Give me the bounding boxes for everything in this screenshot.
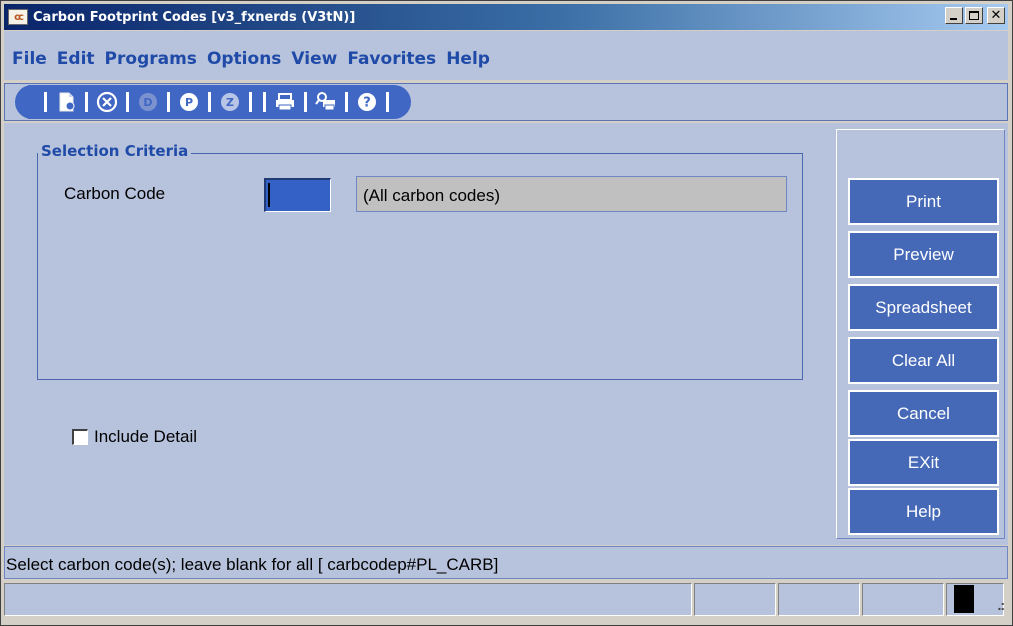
close-icon: ✕ [990, 8, 1002, 23]
help-button-label: Help [906, 501, 941, 521]
new-document-icon[interactable] [54, 90, 78, 114]
status-message: Select carbon code(s); leave blank for a… [6, 555, 499, 574]
toolbar-separator [126, 92, 129, 112]
toolbar-separator [263, 92, 266, 112]
toolbar-separator [345, 92, 348, 112]
menu-edit[interactable]: Edit [57, 49, 103, 69]
preview-icon[interactable] [314, 90, 338, 114]
status-indicator [954, 585, 974, 613]
maximize-button[interactable] [965, 7, 983, 24]
toolbar-separator [386, 92, 389, 112]
minimize-button[interactable] [945, 7, 963, 24]
menu-favorites[interactable]: Favorites [347, 49, 444, 69]
status-message-bar: Select carbon code(s); leave blank for a… [4, 546, 1008, 579]
zoom-icon[interactable]: Z [218, 90, 242, 114]
status-cell [862, 583, 944, 616]
spreadsheet-button-label: Spreadsheet [875, 297, 972, 317]
print-button[interactable]: Print [848, 178, 999, 225]
toolbar-separator [249, 92, 252, 112]
toolbar-separator [304, 92, 307, 112]
carbon-code-description: (All carbon codes) [356, 176, 787, 212]
menu-programs[interactable]: Programs [105, 49, 205, 69]
main-panel: Selection Criteria Carbon Code (All carb… [4, 123, 1008, 545]
include-detail-checkbox[interactable] [72, 429, 88, 445]
preview-button[interactable]: Preview [848, 231, 999, 278]
svg-text:?: ? [363, 96, 371, 111]
toolbar-separator [44, 92, 47, 112]
maximize-icon [969, 11, 979, 20]
selection-criteria-group: Selection Criteria Carbon Code (All carb… [37, 142, 803, 380]
include-detail-label[interactable]: Include Detail [94, 427, 197, 447]
toolbar-separator [167, 92, 170, 112]
menu-bar: File Edit Programs Options View Favorite… [4, 31, 1008, 80]
cancel-icon[interactable] [95, 90, 119, 114]
clear-all-button-label: Clear All [891, 350, 956, 370]
selection-criteria-legend: Selection Criteria [38, 142, 192, 160]
print-button-label: Print [906, 191, 941, 211]
minimize-icon [950, 18, 957, 20]
menu-file[interactable]: File [12, 49, 55, 69]
include-detail-row[interactable]: Include Detail [72, 427, 197, 447]
delete-icon[interactable]: D [136, 90, 160, 114]
help-icon[interactable]: ? [355, 90, 379, 114]
window-controls: ✕ [945, 7, 1005, 24]
app-icon[interactable]: cc [8, 9, 28, 25]
action-button-panel: Print Preview Spreadsheet Clear All Canc… [836, 129, 1005, 539]
app-window: cc Carbon Footprint Codes [v3_fxnerds (V… [0, 0, 1013, 626]
resize-grip-icon[interactable]: .: [997, 597, 1005, 613]
window-title: Carbon Footprint Codes [v3_fxnerds (V3tN… [33, 9, 356, 25]
carbon-code-label: Carbon Code [64, 184, 166, 203]
exit-button-label: EXit [907, 452, 940, 472]
svg-text:P: P [185, 96, 193, 109]
preview-button-label: Preview [893, 244, 954, 264]
close-button[interactable]: ✕ [987, 7, 1005, 24]
carbon-code-input[interactable] [264, 178, 331, 212]
menu-help[interactable]: Help [446, 49, 498, 69]
status-cell [778, 583, 860, 616]
toolbar: D P Z ? [15, 85, 411, 119]
process-icon[interactable]: P [177, 90, 201, 114]
toolbar-strip: D P Z ? [4, 83, 1008, 121]
status-bar: .: [4, 581, 1008, 621]
title-bar[interactable]: cc Carbon Footprint Codes [v3_fxnerds (V… [4, 4, 1008, 30]
menu-view[interactable]: View [291, 49, 345, 69]
cancel-button-label: Cancel [897, 403, 950, 423]
spreadsheet-button[interactable]: Spreadsheet [848, 284, 999, 331]
clear-all-button[interactable]: Clear All [848, 337, 999, 384]
exit-button[interactable]: EXit [848, 439, 999, 486]
toolbar-separator [85, 92, 88, 112]
menu-options[interactable]: Options [207, 49, 289, 69]
svg-text:Z: Z [226, 96, 234, 109]
cancel-button[interactable]: Cancel [848, 390, 999, 437]
status-cell [694, 583, 776, 616]
svg-text:D: D [143, 96, 152, 109]
toolbar-separator [208, 92, 211, 112]
status-cell-main [4, 583, 692, 616]
help-button[interactable]: Help [848, 488, 999, 535]
print-icon[interactable] [273, 90, 297, 114]
